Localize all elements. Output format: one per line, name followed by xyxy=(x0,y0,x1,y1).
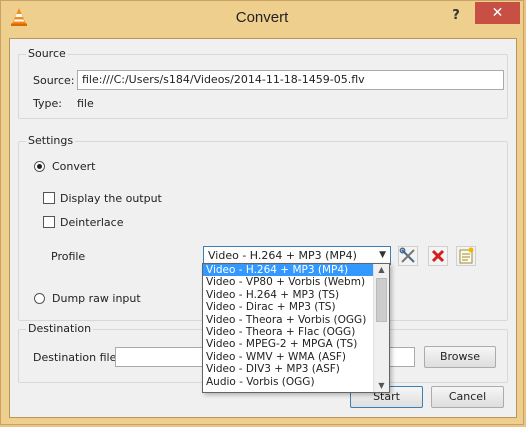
profile-option[interactable]: Video - Theora + Vorbis (OGG) xyxy=(203,314,374,326)
profile-select-value: Video - H.264 + MP3 (MP4) xyxy=(208,249,357,262)
destination-group-title: Destination xyxy=(26,322,94,335)
profile-option[interactable]: Video - MPEG-2 + MPGA (TS) xyxy=(203,338,374,350)
dump-raw-radio[interactable] xyxy=(34,293,45,304)
scroll-down-icon[interactable]: ▼ xyxy=(374,380,389,392)
type-label: Type: xyxy=(33,97,62,110)
convert-radio[interactable] xyxy=(34,161,45,172)
display-output-checkbox[interactable] xyxy=(43,192,55,204)
profile-option[interactable]: Audio - Vorbis (OGG) xyxy=(203,376,374,388)
help-button[interactable]: ? xyxy=(445,6,467,26)
settings-group-title: Settings xyxy=(26,134,76,147)
source-group: Source Source: file:///C:/Users/s184/Vid… xyxy=(18,47,508,119)
convert-label[interactable]: Convert xyxy=(52,160,96,173)
new-document-icon[interactable] xyxy=(456,246,476,266)
profile-option[interactable]: Video - H.264 + MP3 (TS) xyxy=(203,289,374,301)
dump-raw-label[interactable]: Dump raw input xyxy=(52,292,141,305)
profile-label: Profile xyxy=(51,250,86,263)
profile-options: Video - H.264 + MP3 (MP4) Video - VP80 + … xyxy=(203,264,389,388)
display-output-label[interactable]: Display the output xyxy=(60,192,162,205)
source-field[interactable]: file:///C:/Users/s184/Videos/2014-11-18-… xyxy=(77,70,504,90)
scroll-thumb[interactable] xyxy=(376,278,387,322)
source-group-title: Source xyxy=(26,47,68,60)
deinterlace-checkbox[interactable] xyxy=(43,216,55,228)
profile-option[interactable]: Video - Theora + Flac (OGG) xyxy=(203,326,374,338)
type-value: file xyxy=(77,97,94,110)
cancel-button[interactable]: Cancel xyxy=(431,386,504,408)
red-x-icon[interactable] xyxy=(428,246,448,266)
profile-option[interactable]: Video - H.264 + MP3 (MP4) xyxy=(203,264,374,277)
browse-button[interactable]: Browse xyxy=(424,346,496,368)
deinterlace-label[interactable]: Deinterlace xyxy=(60,216,123,229)
destination-file-label: Destination file: xyxy=(33,351,121,364)
profile-option[interactable]: Video - DIV3 + MP3 (ASF) xyxy=(203,363,374,375)
tools-icon[interactable] xyxy=(398,246,418,266)
profile-dropdown-list[interactable]: Video - H.264 + MP3 (MP4) Video - VP80 + … xyxy=(202,263,390,393)
dropdown-scrollbar[interactable]: ▲ ▼ xyxy=(373,264,389,392)
profile-option[interactable]: Video - VP80 + Vorbis (Webm) xyxy=(203,276,374,288)
close-button[interactable]: ✕ xyxy=(475,2,520,24)
profile-option[interactable]: Video - Dirac + MP3 (TS) xyxy=(203,301,374,313)
title-bar[interactable]: Convert ? ✕ xyxy=(1,1,523,38)
source-label: Source: xyxy=(33,74,75,87)
chevron-down-icon: ▼ xyxy=(379,250,386,260)
scroll-up-icon[interactable]: ▲ xyxy=(374,264,389,276)
profile-option[interactable]: Video - WMV + WMA (ASF) xyxy=(203,351,374,363)
convert-dialog: Convert ? ✕ Source Source: file:///C:/Us… xyxy=(0,0,524,425)
